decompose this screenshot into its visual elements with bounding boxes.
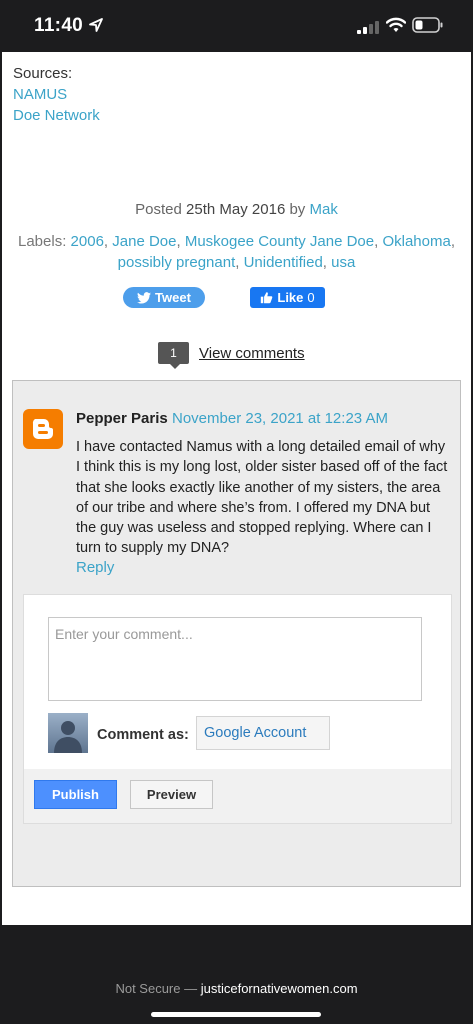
url-display[interactable]: Not Secure — justicefornativewomen.com — [0, 981, 473, 996]
post-meta: Posted 25th May 2016 by Mak — [2, 201, 471, 218]
comment-input[interactable]: Enter your comment... — [48, 617, 422, 701]
label-link[interactable]: Muskogee County Jane Doe — [185, 233, 374, 250]
label-link[interactable]: Oklahoma — [382, 233, 450, 250]
comments-section: Pepper Paris November 23, 2021 at 12:23 … — [12, 380, 461, 887]
twitter-bird-icon — [137, 291, 152, 304]
facebook-like-button[interactable]: Like 0 — [250, 287, 325, 308]
domain-text: justicefornativewomen.com — [200, 981, 358, 996]
posted-prefix: Posted — [135, 201, 182, 218]
cellular-signal-icon — [357, 21, 379, 34]
home-indicator[interactable] — [151, 1012, 321, 1017]
label-link[interactable]: possibly pregnant — [118, 254, 236, 271]
location-arrow-icon — [89, 18, 103, 32]
reply-link[interactable]: Reply — [76, 559, 114, 576]
browser-bottom-bar: Not Secure — justicefornativewomen.com — [0, 925, 473, 1024]
comment-form: Enter your comment... Comment as: Google… — [23, 594, 452, 824]
label-link[interactable]: Jane Doe — [112, 233, 176, 250]
post-date: 25th May 2016 — [186, 201, 286, 218]
comment-timestamp[interactable]: November 23, 2021 at 12:23 AM — [172, 410, 388, 427]
tweet-label: Tweet — [155, 290, 191, 305]
post-labels: Labels: 2006, Jane Doe, Muskogee County … — [18, 233, 455, 271]
view-comments-link[interactable]: View comments — [199, 345, 305, 362]
like-label: Like — [277, 290, 304, 305]
comment-author[interactable]: Pepper Paris — [76, 410, 168, 427]
like-count: 0 — [307, 290, 315, 305]
battery-icon — [412, 17, 443, 33]
avatar — [48, 713, 88, 753]
label-link[interactable]: Unidentified — [244, 254, 323, 271]
security-status: Not Secure — — [115, 981, 198, 996]
doe-network-link[interactable]: Doe Network — [13, 107, 100, 124]
posted-by: by — [289, 201, 306, 218]
blogger-icon — [23, 409, 63, 449]
author-link[interactable]: Mak — [309, 201, 337, 218]
comment-count-badge: 1 — [158, 342, 189, 369]
label-link[interactable]: 2006 — [71, 233, 104, 250]
namus-link[interactable]: NAMUS — [13, 86, 67, 103]
tweet-button[interactable]: Tweet — [123, 287, 205, 308]
sources-label: Sources: — [13, 65, 73, 82]
thumbs-up-icon — [261, 292, 273, 304]
form-footer: Publish Preview — [24, 769, 451, 823]
publish-button[interactable]: Publish — [34, 780, 117, 809]
wifi-icon — [386, 17, 406, 32]
web-page: Sources: NAMUS Doe Network Posted 25th M… — [2, 52, 471, 925]
status-time: 11:40 — [34, 15, 84, 36]
labels-prefix: Labels: — [18, 233, 67, 250]
account-select[interactable]: Google Account — [196, 716, 330, 750]
label-link[interactable]: usa — [331, 254, 355, 271]
status-bar: 11:40 — [0, 0, 473, 52]
comment-body: I have contacted Namus with a long detai… — [76, 439, 448, 557]
preview-button[interactable]: Preview — [130, 780, 213, 809]
comment-as-label: Comment as: — [97, 727, 189, 743]
